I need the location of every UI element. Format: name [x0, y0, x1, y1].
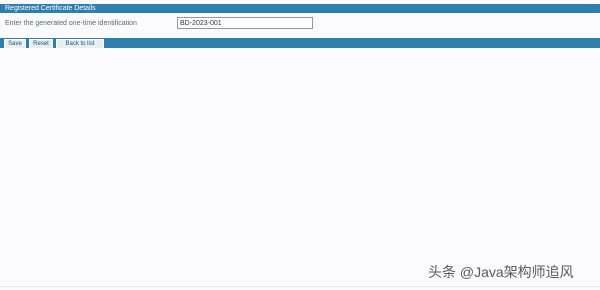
save-button[interactable]: Save: [4, 39, 26, 49]
identification-input[interactable]: [177, 17, 313, 29]
page-title: Registered Certificate Details: [5, 5, 96, 12]
reset-button[interactable]: Reset: [29, 39, 53, 49]
watermark-text: 头条 @Java架构师追风: [428, 264, 574, 280]
form-row: Enter the generated one-time identificat…: [0, 15, 600, 33]
bottom-divider: [0, 286, 600, 287]
field-label: Enter the generated one-time identificat…: [5, 20, 137, 27]
back-to-list-button[interactable]: Back to list: [56, 39, 104, 49]
page-title-bar: Registered Certificate Details: [0, 4, 600, 13]
action-toolbar: Save Reset Back to list: [0, 38, 600, 49]
